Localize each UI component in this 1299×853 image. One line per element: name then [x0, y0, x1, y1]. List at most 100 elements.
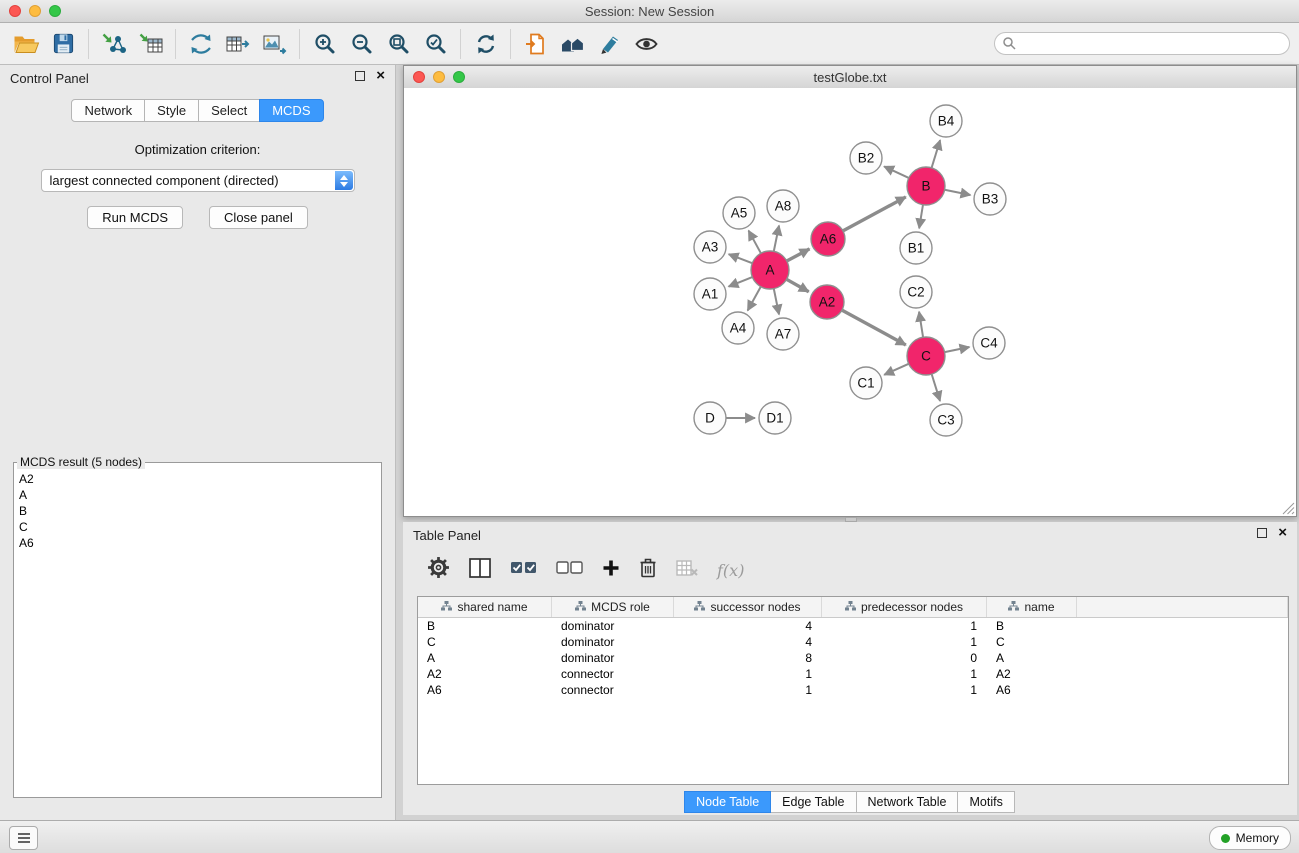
edge-B-B2[interactable] [884, 166, 909, 178]
apply-style-button[interactable] [591, 27, 628, 61]
edge-A-A4[interactable] [748, 287, 761, 311]
save-session-button[interactable] [45, 27, 82, 61]
node-A5[interactable]: A5 [723, 197, 755, 229]
table-cell[interactable]: 1 [674, 667, 822, 681]
table-cell[interactable]: A6 [987, 683, 1077, 697]
table-cell[interactable]: dominator [552, 635, 674, 649]
table-cell[interactable]: 4 [674, 619, 822, 633]
node-B3[interactable]: B3 [974, 183, 1006, 215]
tab-node-table[interactable]: Node Table [684, 791, 771, 813]
close-panel-icon[interactable]: × [376, 71, 385, 81]
network-canvas[interactable]: B4B2BB3A8A5A6A3B1AC2A1A2A4A7C4CC1C3DD1 [404, 88, 1296, 516]
edge-A-A8[interactable] [774, 226, 779, 252]
node-A[interactable]: A [751, 251, 789, 289]
table-row[interactable]: Bdominator41B [418, 618, 1288, 634]
result-item[interactable]: A [19, 487, 376, 503]
node-D1[interactable]: D1 [759, 402, 791, 434]
table-cell[interactable]: B [418, 619, 552, 633]
tab-network-table[interactable]: Network Table [856, 791, 959, 813]
table-cell[interactable]: 0 [822, 651, 987, 665]
edge-A-A2[interactable] [787, 279, 809, 291]
edge-A-A6[interactable] [787, 249, 810, 261]
table-cell[interactable]: A [418, 651, 552, 665]
edge-A2-C[interactable] [842, 310, 906, 345]
open-document-button[interactable] [517, 27, 554, 61]
node-C[interactable]: C [907, 337, 945, 375]
table-cell[interactable]: 1 [822, 683, 987, 697]
node-A4[interactable]: A4 [722, 312, 754, 344]
open-session-button[interactable] [8, 27, 45, 61]
zoom-in-button[interactable] [306, 27, 343, 61]
node-B2[interactable]: B2 [850, 142, 882, 174]
export-table-button[interactable] [219, 27, 256, 61]
table-cell[interactable]: A2 [418, 667, 552, 681]
edge-A6-B[interactable] [843, 197, 906, 231]
edge-C-C1[interactable] [884, 364, 908, 375]
node-B1[interactable]: B1 [900, 232, 932, 264]
tab-style[interactable]: Style [144, 99, 199, 122]
deselect-all-button[interactable] [556, 560, 583, 581]
node-B4[interactable]: B4 [930, 105, 962, 137]
table-cell[interactable]: dominator [552, 619, 674, 633]
zoom-selected-button[interactable] [417, 27, 454, 61]
zoom-fit-button[interactable] [380, 27, 417, 61]
node-A8[interactable]: A8 [767, 190, 799, 222]
edge-C-C3[interactable] [932, 374, 940, 401]
edge-A-A3[interactable] [729, 254, 753, 263]
edge-B-B4[interactable] [932, 140, 941, 168]
table-cell[interactable]: connector [552, 683, 674, 697]
table-row[interactable]: A6connector11A6 [418, 682, 1288, 698]
result-item[interactable]: A6 [19, 535, 376, 551]
close-panel-button[interactable]: Close panel [209, 206, 308, 229]
edge-C-C2[interactable] [919, 312, 923, 337]
home-view-button[interactable] [554, 27, 591, 61]
table-cell[interactable]: dominator [552, 651, 674, 665]
function-builder-button[interactable]: f(x) [717, 561, 744, 580]
table-cell[interactable]: C [987, 635, 1077, 649]
table-cell[interactable]: A [987, 651, 1077, 665]
tab-motifs[interactable]: Motifs [957, 791, 1014, 813]
edge-B-B3[interactable] [945, 190, 971, 195]
criterion-dropdown[interactable]: largest connected component (directed) [41, 169, 355, 192]
run-mcds-button[interactable]: Run MCDS [87, 206, 183, 229]
node-C3[interactable]: C3 [930, 404, 962, 436]
table-cell[interactable]: 8 [674, 651, 822, 665]
result-item[interactable]: B [19, 503, 376, 519]
import-table-button[interactable] [132, 27, 169, 61]
select-all-button[interactable] [510, 560, 537, 581]
table-cell[interactable]: C [418, 635, 552, 649]
table-cell[interactable]: connector [552, 667, 674, 681]
delete-table-button[interactable] [676, 559, 698, 582]
column-header[interactable]: successor nodes [674, 597, 822, 617]
edge-C-C4[interactable] [945, 347, 970, 352]
import-network-button[interactable] [95, 27, 132, 61]
table-cell[interactable]: 4 [674, 635, 822, 649]
table-cell[interactable]: B [987, 619, 1077, 633]
float-panel-icon[interactable] [355, 71, 365, 81]
export-network-button[interactable] [182, 27, 219, 61]
search-input[interactable] [994, 32, 1290, 55]
node-C2[interactable]: C2 [900, 276, 932, 308]
tab-select[interactable]: Select [198, 99, 260, 122]
column-header[interactable]: shared name [418, 597, 552, 617]
table-cell[interactable]: 1 [822, 635, 987, 649]
table-cell[interactable]: A2 [987, 667, 1077, 681]
column-header[interactable]: name [987, 597, 1077, 617]
table-cell[interactable]: 1 [674, 683, 822, 697]
node-A7[interactable]: A7 [767, 318, 799, 350]
node-D[interactable]: D [694, 402, 726, 434]
show-hide-button[interactable] [628, 27, 665, 61]
node-A3[interactable]: A3 [694, 231, 726, 263]
table-row[interactable]: A2connector11A2 [418, 666, 1288, 682]
float-table-panel-icon[interactable] [1257, 528, 1267, 538]
node-A6[interactable]: A6 [811, 222, 845, 256]
edge-A-A5[interactable] [749, 231, 761, 254]
node-A2[interactable]: A2 [810, 285, 844, 319]
edge-A-A1[interactable] [729, 277, 753, 287]
delete-column-button[interactable] [639, 557, 657, 583]
node-B[interactable]: B [907, 167, 945, 205]
tab-mcds[interactable]: MCDS [259, 99, 323, 122]
task-history-button[interactable] [9, 826, 38, 850]
node-C4[interactable]: C4 [973, 327, 1005, 359]
table-cell[interactable]: 1 [822, 619, 987, 633]
